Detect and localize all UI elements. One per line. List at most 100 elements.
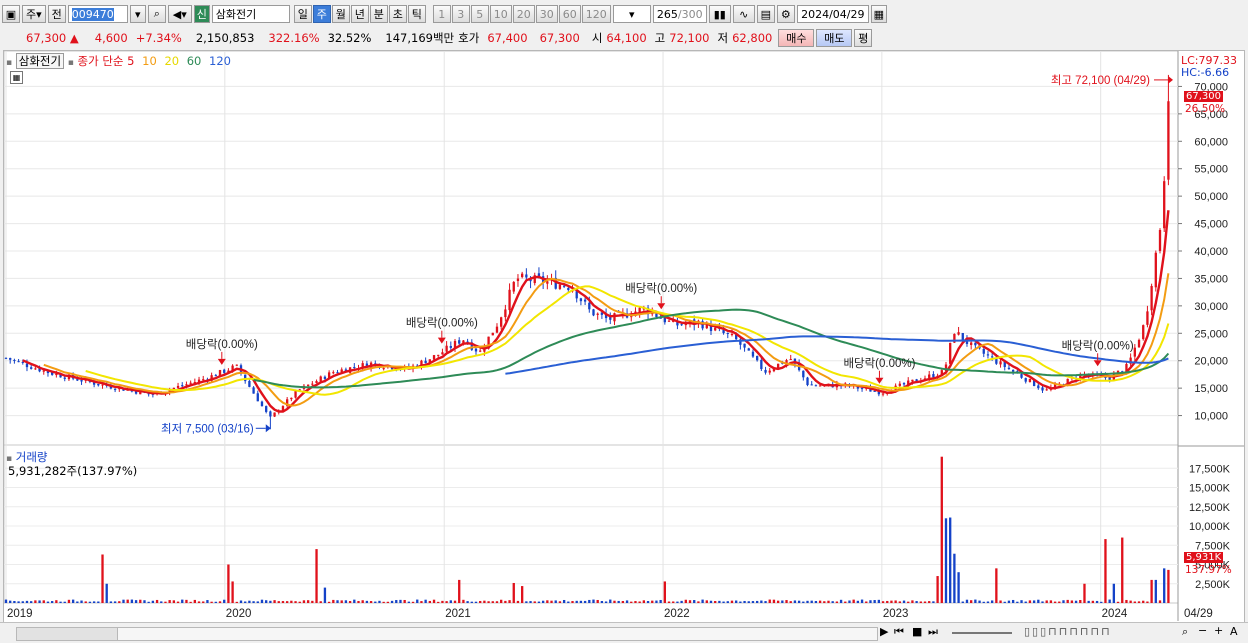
speaker-icon[interactable]: ◀▾ [167,5,192,23]
trend-line-icon[interactable]: ∿ [732,5,755,23]
interval-3[interactable]: 3 [451,5,470,23]
candle-body [743,343,746,348]
volume-bar [1167,569,1170,603]
interval-30[interactable]: 30 [535,5,558,23]
volume-bar [852,599,855,603]
candle-body [223,369,226,373]
interval-60[interactable]: 60 [558,5,581,23]
candle-body [667,320,671,322]
volume-bar [290,600,293,603]
candle-body [592,309,595,316]
volume-tick-label: 2,500K [1195,579,1231,591]
volume-bar [55,600,58,603]
volume-bar [1163,568,1166,603]
volume-bar [999,600,1002,603]
volume-bar [923,601,927,603]
interval-120[interactable]: 120 [581,5,611,23]
volume-bar [487,601,490,603]
timeframe-3[interactable]: 년 [350,5,369,23]
volume-bar [139,599,142,603]
chart-tools-icons[interactable]: ▯▯▯⊓⊓⊓⊓⊓⊓ [1024,625,1112,638]
volume-bar [411,601,415,603]
interval-20[interactable]: 20 [512,5,535,23]
interval-10[interactable]: 10 [489,5,512,23]
scroll-thumb[interactable] [117,628,877,640]
candle-body [818,385,822,387]
timeframe-2[interactable]: 월 [331,5,350,23]
volume-bar [793,600,797,603]
timeframe-6[interactable]: 틱 [407,5,426,23]
period-type-select[interactable]: 주 ▾ [22,5,46,23]
volume-bar [1116,601,1120,603]
timeframe-1[interactable]: 주 [312,5,331,23]
scroll-right-icon[interactable]: ▶ [880,625,888,638]
candle-body [9,358,12,360]
dividend-label: 배당락(0.00%) [625,282,697,295]
candle-body [1137,339,1141,348]
candle-body [902,383,906,385]
rewind-icon[interactable]: ⏮ [894,625,904,639]
buy-button[interactable]: 매수 [778,29,815,47]
candle-body [806,377,809,386]
price-tick-label: 20,000 [1194,356,1228,368]
table-view-icon[interactable]: ▦ [10,71,23,84]
search-icon[interactable]: ⌕ [147,5,166,23]
candle-body [1154,252,1157,288]
font-size-icon[interactable]: A [1230,625,1238,638]
timeframe-0[interactable]: 일 [293,5,312,23]
volume-bar [751,601,755,603]
custom-interval-select[interactable]: ▾ [612,5,651,23]
zoom-in-icon[interactable]: + [1214,624,1223,637]
count-field[interactable]: 265/300 [652,5,707,23]
interval-1[interactable]: 1 [432,5,451,23]
horizontal-scrollbar[interactable] [16,627,878,641]
fast-forward-icon[interactable]: ⏭ [928,625,938,639]
volume-bar [655,600,658,603]
volume-bar [466,601,469,603]
panel-handle-icon[interactable]: ▪ [6,58,12,68]
timeframe-4[interactable]: 분 [369,5,388,23]
current-price: 67,300 ▲ [26,31,79,45]
sell-button[interactable]: 매도 [816,29,853,47]
chart-area[interactable]: 10,000 15,000 20,000 25,000 30,000 35,000 40,0… [3,50,1245,642]
price-tick-label: 40,000 [1194,246,1228,258]
stock-name-field[interactable]: 삼화전기 [211,5,290,23]
window-icon[interactable]: ▣ [2,5,20,23]
zoom-slider[interactable] [952,632,1012,634]
code-dropdown-icon[interactable]: ▾ [129,5,146,23]
volume-bar [340,600,343,603]
stop-icon[interactable]: ■ [912,625,922,638]
price-panel-name[interactable]: 삼화전기 [15,53,65,69]
zoom-icon[interactable]: ⌕ [1182,625,1188,639]
candle-body [491,332,494,336]
candle-body [751,351,755,357]
volume-bar [541,600,545,603]
volume-bar [881,601,885,603]
timeframe-5[interactable]: 초 [388,5,407,23]
chart-svg[interactable]: 10,000 15,000 20,000 25,000 30,000 35,000 40,0… [4,51,1244,621]
volume-bar [449,600,452,603]
volume-bar [827,600,830,603]
save-icon[interactable]: ▤ [756,5,775,23]
volume-bar [781,600,784,603]
volume-bar [311,600,314,603]
prev-button[interactable]: 전 [47,5,66,23]
volume-bar [785,600,788,603]
volume-bar [634,601,637,603]
date-field[interactable]: 2024/04/29 [796,5,869,23]
gear-icon[interactable]: ⚙ [776,5,795,23]
interval-5[interactable]: 5 [470,5,489,23]
zoom-out-icon[interactable]: − [1198,624,1207,637]
volume-bar [122,599,125,603]
volume-bar [504,600,507,603]
volume-bar [613,600,616,603]
candle-body [974,342,977,346]
avg-button[interactable]: 평 [854,29,873,47]
ma-legend-prefix: 종가 단순 [77,54,124,68]
candle-body [256,393,259,402]
candle-type-icon[interactable]: ▮▮ [708,5,731,23]
volume-bar [101,554,104,603]
volume-bar [4,599,8,603]
stock-code-input[interactable]: 009470 [67,5,128,23]
calendar-icon[interactable]: ▦ [870,5,887,23]
